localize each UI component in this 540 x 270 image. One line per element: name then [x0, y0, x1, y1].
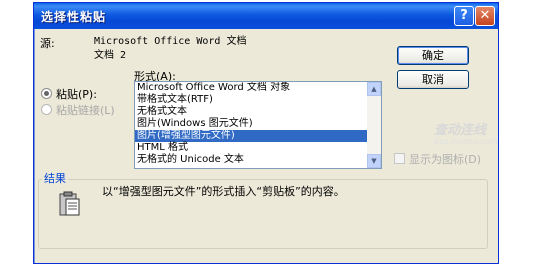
ok-button[interactable]: 确定 [397, 46, 469, 65]
source-line-2: 文档 2 [94, 50, 127, 61]
paste-radio[interactable] [41, 88, 52, 99]
scroll-up-icon[interactable]: ▲ [367, 82, 381, 96]
list-item[interactable]: 无格式的 Unicode 文本 [135, 154, 381, 166]
source-label: 源: [40, 37, 55, 50]
scroll-down-icon[interactable]: ▼ [367, 154, 381, 168]
watermark-logo: 查动连线 [434, 123, 487, 138]
list-item[interactable]: 无格式文本 [135, 106, 381, 118]
help-button[interactable]: ? [454, 6, 474, 26]
result-description: 以“增强型图元文件”的形式插入“剪贴板”的内容。 [102, 185, 345, 198]
watermark-url: bbs.jhudoo.com [434, 137, 498, 146]
list-scrollbar[interactable]: ▲ ▼ [367, 82, 381, 168]
list-item[interactable]: 图片(Windows 图元文件) [135, 118, 381, 130]
close-button[interactable]: ✕ [475, 6, 495, 26]
list-item[interactable]: 带格式文本(RTF) [135, 94, 381, 106]
paste-radio-label[interactable]: 粘贴(P): [56, 86, 97, 102]
list-item[interactable]: Microsoft Office Word 文档 对象 [135, 82, 381, 94]
paste-link-radio-label[interactable]: 粘贴链接(L) [56, 102, 115, 118]
paste-link-radio[interactable] [41, 104, 52, 115]
source-line-1: Microsoft Office Word 文档 [94, 36, 247, 47]
paste-special-dialog: 选择性粘贴 ? ✕ 源: Microsoft Office Word 文档 文档… [33, 2, 499, 264]
as-listbox[interactable]: Microsoft Office Word 文档 对象 带格式文本(RTF) 无… [134, 81, 382, 169]
display-as-icon-checkbox[interactable] [394, 153, 405, 164]
display-as-icon-label[interactable]: 显示为图标(D) [409, 151, 481, 167]
source-value: Microsoft Office Word 文档 文档 2 [94, 35, 246, 63]
result-title: 结果 [42, 170, 68, 186]
list-item[interactable]: HTML 格式 [135, 142, 381, 154]
title-bar[interactable]: 选择性粘贴 ? ✕ [34, 3, 498, 29]
cancel-button[interactable]: 取消 [397, 70, 469, 89]
list-item-selected[interactable]: 图片(增强型图元文件) [135, 130, 381, 142]
dialog-title: 选择性粘贴 [41, 10, 107, 24]
clipboard-icon [59, 191, 80, 216]
